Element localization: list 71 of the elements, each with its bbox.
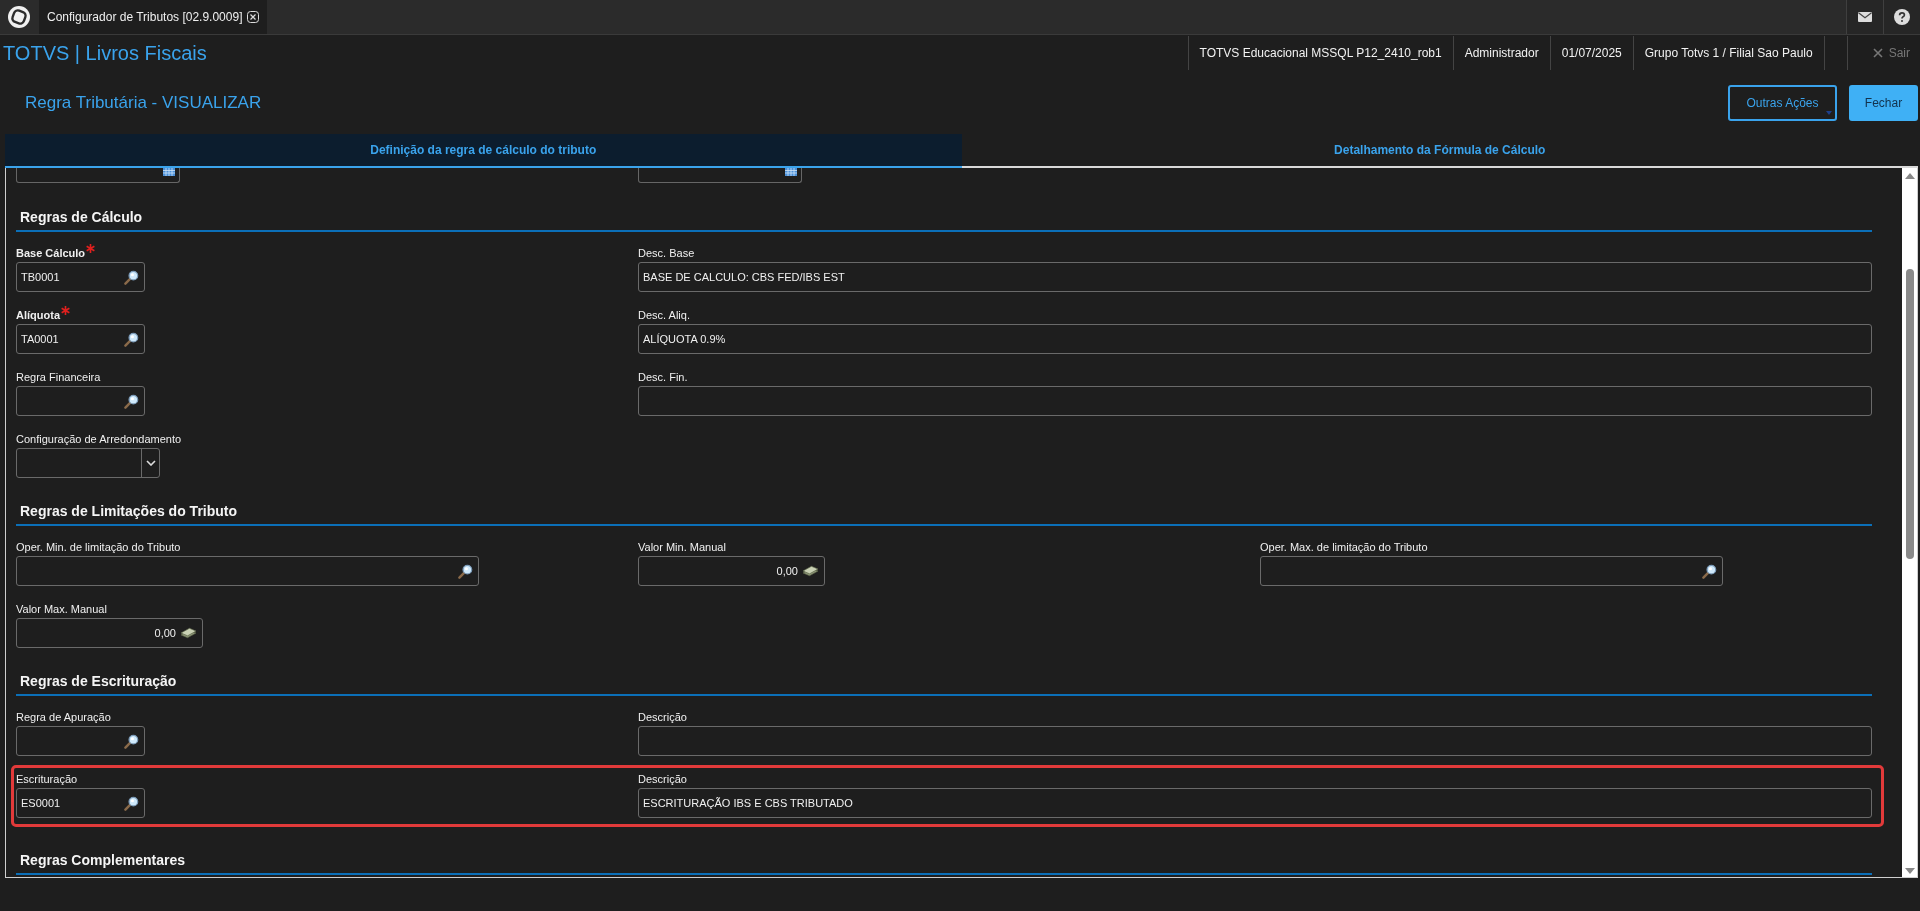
field-label: Regra de Apuração <box>16 710 111 724</box>
chevron-down-icon[interactable] <box>145 460 156 466</box>
lookup-field[interactable] <box>16 556 479 586</box>
caret-icon <box>1826 110 1832 115</box>
scroll-up-icon[interactable] <box>1904 173 1915 179</box>
tab[interactable]: Definição da regra de cálculo do tributo <box>5 134 962 168</box>
section-title: Regras de Limitações do Tributo <box>20 503 238 519</box>
brand-title: TOTVS | Livros Fiscais <box>2 41 207 65</box>
field-label: Configuração de Arredondamento <box>16 432 182 446</box>
mail-button[interactable] <box>1846 0 1883 34</box>
field-label: Descrição <box>638 772 687 786</box>
field-label: Regra Financeira <box>16 370 101 384</box>
actions-button[interactable]: Outras Ações <box>1728 84 1837 121</box>
scroll-thumb[interactable] <box>1905 269 1914 559</box>
field-label: Descrição <box>638 710 687 724</box>
search-icon <box>124 331 139 347</box>
calendar-icon <box>163 168 175 176</box>
field-label: Base Cálculo <box>16 246 86 260</box>
field-label: Valor Max. Manual <box>16 602 107 616</box>
close-icon[interactable] <box>247 11 260 23</box>
logo-icon <box>7 5 31 29</box>
dropdown-field[interactable] <box>16 448 160 478</box>
search-icon <box>124 795 139 811</box>
app-tab[interactable]: Configurador de Tributos [02.9.0009] <box>39 0 268 34</box>
session-info: Grupo Totvs 1 / Filial Sao Paulo <box>1632 36 1825 70</box>
lookup-field[interactable] <box>16 386 145 416</box>
field-label: Desc. Base <box>638 246 695 260</box>
field-label: Valor Min. Manual <box>638 540 726 554</box>
lookup-field[interactable] <box>1260 556 1723 586</box>
text-field[interactable] <box>638 726 1872 756</box>
field-label: Oper. Max. de limitação do Tributo <box>1260 540 1428 554</box>
money-icon <box>180 627 197 639</box>
close-button[interactable]: Fechar <box>1849 84 1918 121</box>
search-icon <box>124 733 139 749</box>
section-title: Regras de Escrituração <box>20 673 177 689</box>
section-title: Regras Complementares <box>20 852 185 868</box>
search-icon <box>124 269 139 285</box>
search-icon <box>124 393 139 409</box>
scroll-down-icon[interactable] <box>1904 868 1915 874</box>
lookup-field[interactable] <box>16 726 145 756</box>
field-label: Desc. Aliq. <box>638 308 690 322</box>
field-label: Oper. Min. de limitação do Tributo <box>16 540 181 554</box>
lookup-field[interactable]: TB0001 <box>16 262 145 292</box>
money-field[interactable]: 0,00 <box>638 556 825 586</box>
lookup-field[interactable]: TA0001 <box>16 324 145 354</box>
session-info: 01/07/2025 <box>1549 36 1633 70</box>
help-button[interactable] <box>1883 0 1920 34</box>
close-icon <box>1872 48 1883 58</box>
field-label: Escrituração <box>16 772 78 786</box>
page-title: Regra Tributária - VISUALIZAR <box>25 92 262 113</box>
field-label: Desc. Fin. <box>638 370 688 384</box>
text-field[interactable] <box>638 386 1872 416</box>
date-field[interactable] <box>16 168 180 183</box>
mail-icon <box>1858 12 1872 22</box>
text-field[interactable]: ALÍQUOTA 0.9% <box>638 324 1872 354</box>
search-icon <box>1702 563 1717 579</box>
money-field[interactable]: 0,00 <box>16 618 203 648</box>
help-icon <box>1894 9 1910 25</box>
money-icon <box>802 565 819 577</box>
lookup-field[interactable]: ES0001 <box>16 788 145 818</box>
tab[interactable]: Detalhamento da Fórmula de Cálculo <box>961 134 1918 166</box>
date-field[interactable] <box>638 168 802 183</box>
calendar-icon <box>785 168 797 176</box>
section-title: Regras de Cálculo <box>20 209 143 225</box>
scrollbar[interactable] <box>1902 168 1917 877</box>
search-icon <box>458 563 473 579</box>
session-info: Administrador <box>1452 36 1550 70</box>
text-field[interactable]: ESCRITURAÇÃO IBS E CBS TRIBUTADO <box>638 788 1872 818</box>
session-info: TOTVS Educacional MSSQL P12_2410_rob1 <box>1187 36 1453 70</box>
text-field[interactable]: BASE DE CALCULO: CBS FED/IBS EST <box>638 262 1872 292</box>
field-label: Alíquota <box>16 308 60 322</box>
